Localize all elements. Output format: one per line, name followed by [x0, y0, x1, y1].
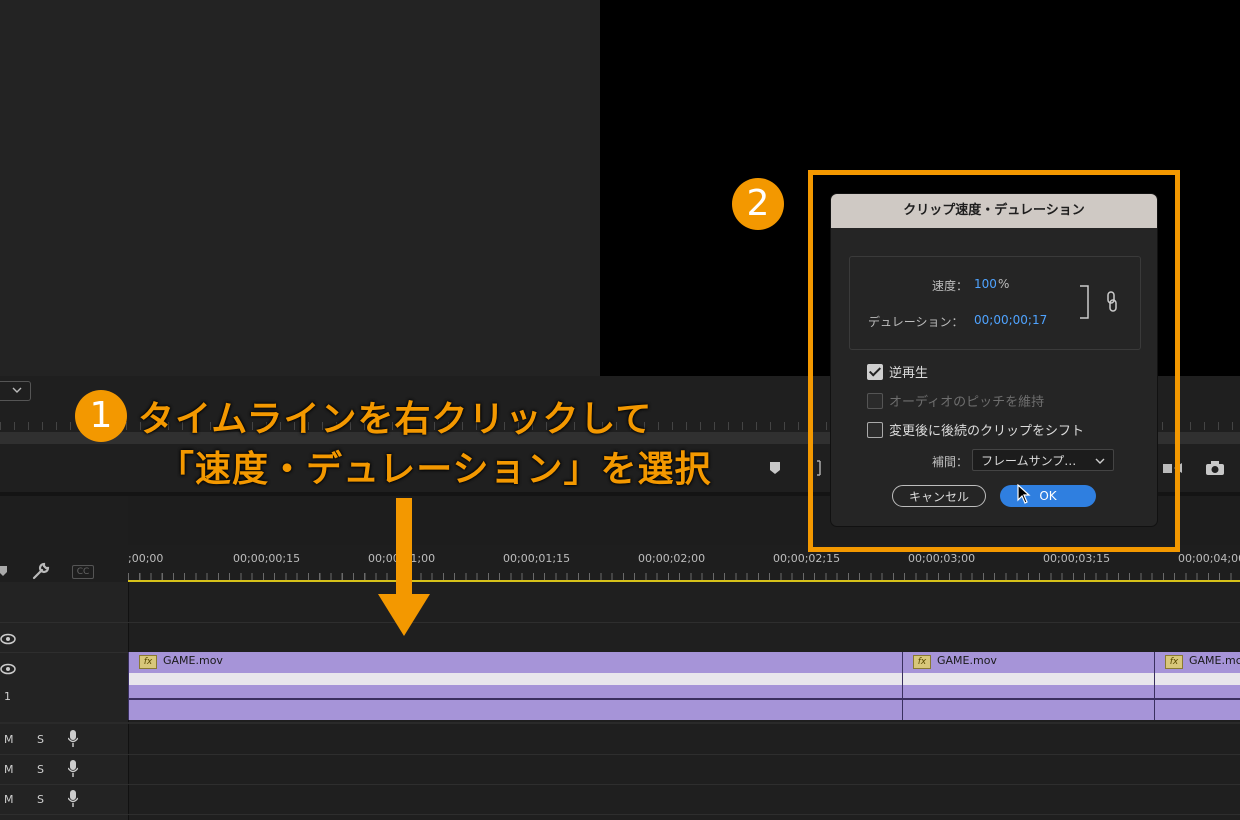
marker-tool-icon[interactable]	[0, 562, 8, 581]
camera-icon[interactable]	[1205, 460, 1225, 480]
chevron-down-icon	[12, 387, 22, 393]
step-1-badge: 1	[75, 390, 127, 442]
audio-pitch-checkbox	[867, 393, 883, 409]
duration-label: デュレーション：	[868, 315, 964, 329]
chevron-down-icon	[1095, 458, 1105, 464]
ruler-label: ;00;00	[128, 552, 164, 565]
clip-opacity-line	[1155, 698, 1240, 700]
track-divider	[0, 784, 1240, 785]
clip-speed-duration-dialog: クリップ速度・デュレーション 速度： 100 % デュレーション： 00;00;…	[831, 194, 1157, 526]
reverse-checkbox-row[interactable]: 逆再生	[867, 362, 928, 381]
reverse-checkbox[interactable]	[867, 364, 883, 380]
interpolation-label: 補間：	[932, 455, 969, 469]
track-divider	[0, 814, 1240, 815]
cancel-button[interactable]: キャンセル	[892, 485, 986, 507]
clip-opacity-line	[129, 698, 902, 700]
track-divider	[0, 754, 1240, 755]
interpolation-select[interactable]: フレームサンプ…	[972, 449, 1114, 471]
microphone-icon[interactable]	[67, 760, 79, 782]
solo-button[interactable]: S	[37, 733, 44, 746]
track-divider	[0, 722, 1240, 724]
audio-pitch-checkbox-row: オーディオのピッチを維持	[867, 391, 1044, 410]
fx-badge: fx	[913, 655, 931, 669]
video-clip[interactable]: fx GAME.mov	[128, 652, 902, 720]
ruler-label: 00;00;03;15	[1043, 552, 1111, 565]
clip-name: GAME.mov	[163, 654, 223, 667]
fit-dropdown[interactable]	[0, 381, 31, 401]
speed-label: 速度：	[932, 279, 969, 293]
interpolation-value: フレームサンプ…	[981, 454, 1077, 468]
dialog-title: クリップ速度・デュレーション	[831, 194, 1157, 228]
timeline-toolbar: CC	[0, 496, 128, 582]
wrench-icon[interactable]	[32, 562, 50, 584]
step-2-badge: 2	[732, 178, 784, 230]
arrow-head-icon	[378, 594, 430, 636]
eye-icon[interactable]	[0, 660, 16, 679]
reverse-label: 逆再生	[889, 366, 929, 381]
ripple-checkbox[interactable]	[867, 422, 883, 438]
step-1-instruction-line1: タイムラインを右クリックして	[138, 399, 653, 440]
fx-badge: fx	[1165, 655, 1183, 669]
clip-opacity-line	[903, 698, 1154, 700]
microphone-icon[interactable]	[67, 730, 79, 752]
ripple-checkbox-row[interactable]: 変更後に後続のクリップをシフト	[867, 420, 1084, 439]
captions-icon[interactable]: CC	[72, 565, 94, 579]
track-divider	[0, 622, 1240, 623]
mute-button[interactable]: M	[4, 763, 14, 776]
speed-field[interactable]: 100	[974, 277, 997, 291]
ruler-label: 00;00;03;00	[908, 552, 976, 565]
ruler-label: 00;00;02;15	[773, 552, 841, 565]
clip-thumbnail-strip	[129, 673, 902, 685]
source-panel	[0, 0, 600, 376]
ok-button[interactable]: OK	[1000, 485, 1096, 507]
clip-thumbnail-strip	[1155, 673, 1240, 685]
duration-field[interactable]: 00;00;00;17	[974, 313, 1047, 327]
arrow-down-icon	[396, 498, 412, 596]
audio-pitch-label: オーディオのピッチを維持	[889, 395, 1045, 410]
speed-duration-group: 速度： 100 % デュレーション： 00;00;00;17	[849, 256, 1141, 350]
ripple-label: 変更後に後続のクリップをシフト	[889, 424, 1085, 439]
clip-name: GAME.mc	[1189, 654, 1240, 667]
eye-icon[interactable]	[0, 630, 16, 649]
ruler-label: 00;00;00;15	[233, 552, 301, 565]
ruler-label: 00;00;04;00	[1178, 552, 1240, 565]
solo-button[interactable]: S	[37, 763, 44, 776]
clip-name: GAME.mov	[937, 654, 997, 667]
video-clip[interactable]: fx GAME.mov	[902, 652, 1154, 720]
ruler-label: 00;00;01;15	[503, 552, 571, 565]
fx-badge: fx	[139, 655, 157, 669]
clip-thumbnail-strip	[903, 673, 1154, 685]
video-track-label: 1	[4, 690, 11, 703]
mute-button[interactable]: M	[4, 733, 14, 746]
step-1-instruction-line2: 「速度・デュレーション」を選択	[158, 449, 712, 490]
solo-button[interactable]: S	[37, 793, 44, 806]
marker-icon[interactable]	[768, 460, 782, 479]
speed-unit: %	[998, 277, 1010, 291]
link-bracket-icon	[1078, 285, 1090, 323]
mouse-cursor-icon	[1017, 483, 1031, 508]
video-clip[interactable]: fx GAME.mc	[1154, 652, 1240, 720]
chain-link-icon[interactable]	[1106, 291, 1118, 317]
ruler-label: 00;00;02;00	[638, 552, 706, 565]
mute-button[interactable]: M	[4, 793, 14, 806]
microphone-icon[interactable]	[67, 790, 79, 812]
